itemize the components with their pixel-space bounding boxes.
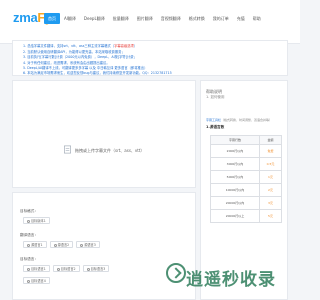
table-header-cell: 字幕行数: [210, 135, 260, 145]
format-option[interactable]: 目标版本1: [23, 217, 50, 224]
table-row: 20000行以上 5元: [210, 209, 283, 223]
table-row: 5000行以内 1元: [210, 170, 283, 184]
subtitle-tools-link[interactable]: 字幕工具栏: [206, 118, 221, 122]
upload-hint-text: 拖拽或上传字幕文件（srt、ass、vtt）: [75, 148, 145, 153]
table-row: 3000行以内 0.5元: [210, 157, 283, 171]
radio-icon: [27, 279, 30, 283]
notice-highlight-link[interactable]: 字幕高级选项: [114, 44, 134, 48]
nav-item-av-translate[interactable]: 音视频翻译: [157, 13, 185, 24]
notice-line-4: 4. 对于有任何建议，改进需求，系统有会由出题提出建议。: [23, 60, 110, 65]
table-header-cell: 金额: [258, 135, 283, 145]
target-lang-group-1: 目标语言1 目标语言2 目标语言3: [23, 265, 110, 272]
radio-icon: [56, 267, 60, 271]
help-note: 字幕工具栏（格式转换、时间调整、双语合并等）: [206, 118, 273, 122]
pricing-table: 字幕行数 金额 2000行以内 免费 3000行以内 0.5元 5000行以内 1元 …: [210, 135, 283, 223]
logo-main-text: zma: [13, 10, 38, 25]
radio-icon: [53, 243, 57, 247]
format-label: 目标格式：: [20, 209, 38, 213]
top-navigation-bar: zmaFy 首页 AI翻译 DeepL翻译 批量翻译 图片翻译 音视频翻译 格式…: [0, 0, 300, 44]
upload-file-icon: [64, 145, 71, 154]
notice-line-1: 1. 总结字幕文件翻译，支持srt、vtt、ass三种主流字幕格式（字幕高级选项…: [23, 44, 138, 48]
pricing-section-title: 1.源语言数: [206, 125, 225, 129]
nav-item-recharge[interactable]: 充值: [233, 13, 249, 24]
format-option-group: 目标版本1: [23, 217, 50, 224]
nav-item-help[interactable]: 帮助: [249, 13, 265, 24]
main-nav: 首页 AI翻译 DeepL翻译 批量翻译 图片翻译 音视频翻译 格式转换 我的订…: [44, 13, 265, 24]
target-lang-option[interactable]: 目标语言1: [23, 265, 50, 272]
radio-icon: [27, 243, 30, 247]
watermark-text: 逍遥秒收录: [186, 270, 276, 290]
nav-item-deepl-translate[interactable]: DeepL翻译: [80, 13, 109, 24]
file-upload-dropzone[interactable]: 拖拽或上传字幕文件（srt、ass、vtt）: [12, 80, 196, 188]
source-lang-group: 源语言1 源语言2 源语言3: [23, 241, 100, 248]
target-lang-option[interactable]: 目标语言3: [82, 265, 110, 272]
table-header-row: 字幕行数 金额: [210, 135, 283, 145]
radio-icon: [27, 219, 30, 223]
radio-icon: [27, 267, 30, 271]
notice-line-6: 6. 本站为满足市场需求而生，欢迎您反馈bug与建议，我们持续修复开发新功能。Q…: [23, 71, 172, 75]
nav-item-image-translate[interactable]: 图片翻译: [133, 13, 157, 24]
target-lang-option[interactable]: 目标语言2: [52, 265, 80, 272]
help-subtitle: 1. 如何使用: [206, 95, 225, 99]
source-lang-option[interactable]: 源语言1: [23, 241, 47, 248]
target-lang-group-2: 目标语言4: [23, 277, 50, 284]
notice-line-5: 5. DeepL/AI翻译不上线，可翻译更多多字幕 以及 中日韩互译 更多语言（…: [23, 66, 148, 70]
source-lang-label: 翻译语言：: [20, 233, 38, 237]
source-lang-option[interactable]: 源语言3: [76, 241, 100, 248]
radio-icon: [86, 267, 90, 271]
nav-item-orders[interactable]: 我的订单: [209, 13, 233, 24]
watermark-check-icon: [166, 263, 186, 283]
notice-panel: 1. 总结字幕文件翻译，支持srt、vtt、ass三种主流字幕格式（字幕高级选项…: [12, 40, 288, 76]
radio-icon: [80, 243, 84, 247]
nav-item-batch-translate[interactable]: 批量翻译: [109, 13, 133, 24]
nav-item-ai-translate[interactable]: AI翻译: [60, 13, 80, 24]
target-lang-option[interactable]: 目标语言4: [23, 277, 50, 284]
notice-line-3: 3. 目前执行[字幕行数]计费（2000元以内免费），DeepL、AI按[字符]…: [23, 55, 137, 59]
target-lang-label: 目标语言：: [20, 257, 38, 261]
table-row: 2000行以内 免费: [210, 144, 283, 158]
notice-line-2: 2. 当前默认使用自研翻译API，为能得以更完善，本站采取收费服务；: [23, 49, 125, 54]
source-lang-option[interactable]: 源语言2: [49, 241, 74, 248]
table-row: 10000行以内 2元: [210, 183, 283, 197]
nav-item-format-convert[interactable]: 格式转换: [185, 13, 209, 24]
translation-options-panel: 目标格式： 目标版本1 翻译语言： 源语言1 源语言2 源语言3 目标语言： 目…: [12, 192, 196, 300]
nav-item-home[interactable]: 首页: [44, 13, 60, 24]
table-row: 20000行以内 3元: [210, 196, 283, 210]
